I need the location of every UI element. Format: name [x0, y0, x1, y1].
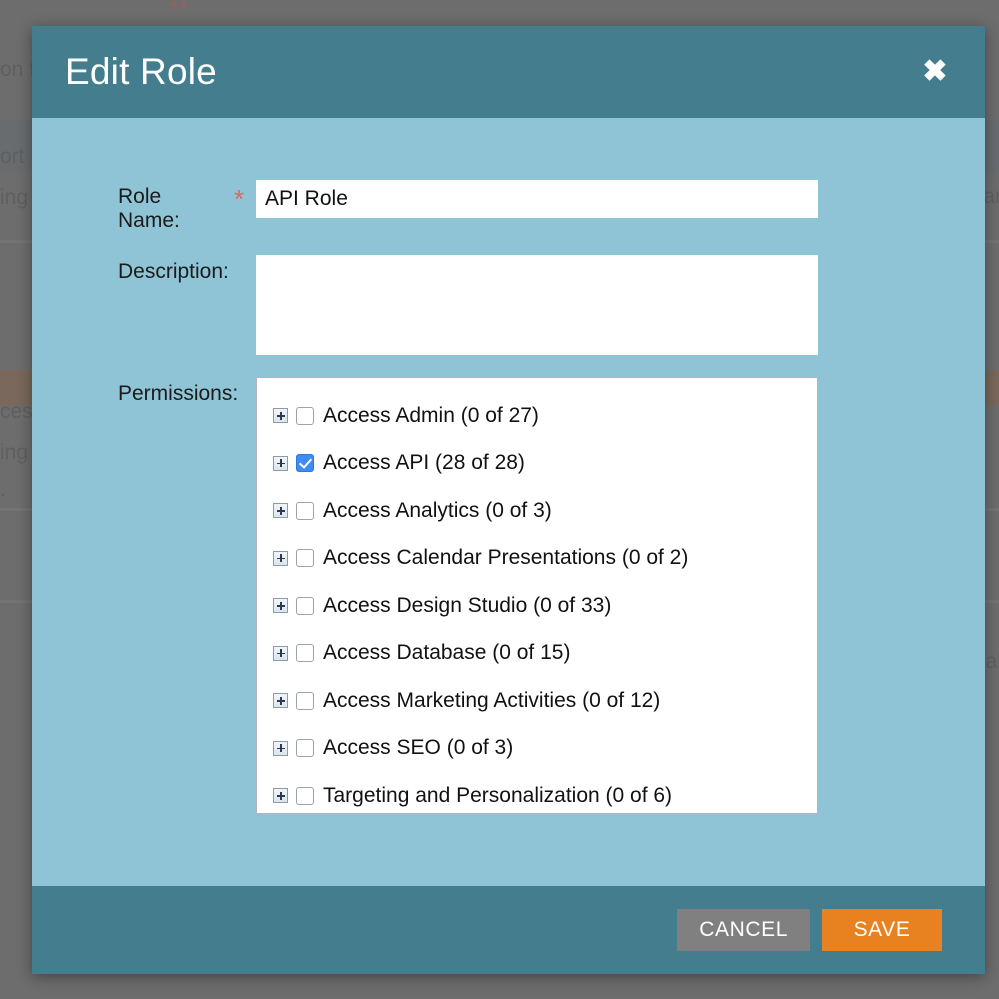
dialog-footer: CANCEL SAVE [32, 886, 985, 974]
edit-role-dialog: Edit Role ✖ Role Name: * Description: Pe… [32, 26, 985, 974]
permission-label[interactable]: Access Marketing Activities (0 of 12) [323, 689, 660, 713]
dialog-body: Role Name: * Description: Permissions: A… [32, 118, 985, 886]
permission-label[interactable]: Access SEO (0 of 3) [323, 736, 513, 760]
permission-row: Access Design Studio (0 of 33) [273, 582, 817, 630]
permission-checkbox[interactable] [296, 691, 314, 710]
permissions-list[interactable]: Access Admin (0 of 27) Access API (28 of … [256, 377, 818, 814]
expand-plus-icon[interactable] [273, 598, 288, 614]
description-label: Description: [118, 260, 229, 283]
cancel-button[interactable]: CANCEL [677, 909, 810, 951]
permission-label[interactable]: Access Database (0 of 15) [323, 641, 570, 665]
permission-checkbox[interactable] [296, 549, 314, 568]
description-row: Description: [32, 255, 985, 355]
permission-label[interactable]: Access Design Studio (0 of 33) [323, 594, 611, 618]
permission-row: Access API (28 of 28) [273, 440, 817, 488]
permission-label[interactable]: Access API (28 of 28) [323, 451, 525, 475]
dialog-header: Edit Role ✖ [32, 26, 985, 118]
description-input[interactable] [256, 255, 818, 355]
role-name-label: Role Name: [118, 185, 180, 232]
permission-row: Access Database (0 of 15) [273, 630, 817, 678]
permission-checkbox[interactable] [296, 454, 314, 473]
permission-row: Access Analytics (0 of 3) [273, 487, 817, 535]
permission-row: Access Calendar Presentations (0 of 2) [273, 535, 817, 583]
save-button[interactable]: SAVE [822, 909, 942, 951]
permission-row: Targeting and Personalization (0 of 6) [273, 772, 817, 813]
permission-row: Access Admin (0 of 27) [273, 392, 817, 440]
permission-label[interactable]: Access Calendar Presentations (0 of 2) [323, 546, 688, 570]
permission-checkbox[interactable] [296, 596, 314, 615]
permission-checkbox[interactable] [296, 501, 314, 520]
close-icon[interactable]: ✖ [915, 52, 955, 92]
expand-plus-icon[interactable] [273, 503, 288, 519]
permissions-label: Permissions: [118, 382, 239, 405]
permission-checkbox[interactable] [296, 406, 314, 425]
permission-checkbox[interactable] [296, 786, 314, 805]
expand-plus-icon[interactable] [273, 693, 288, 709]
permissions-row: Permissions: Access Admin (0 of 27) Acces… [32, 377, 985, 814]
role-name-row: Role Name: * [32, 180, 985, 233]
expand-plus-icon[interactable] [273, 550, 288, 566]
required-marker: * [233, 184, 245, 214]
expand-plus-icon[interactable] [273, 740, 288, 756]
permission-label[interactable]: Access Admin (0 of 27) [323, 404, 539, 428]
permission-checkbox[interactable] [296, 739, 314, 758]
permission-label[interactable]: Access Analytics (0 of 3) [323, 499, 552, 523]
permission-label[interactable]: Targeting and Personalization (0 of 6) [323, 784, 672, 808]
page-title: Edit Role [65, 51, 217, 92]
permission-row: Access SEO (0 of 3) [273, 725, 817, 773]
expand-plus-icon[interactable] [273, 408, 288, 424]
role-name-input[interactable] [256, 180, 818, 218]
permission-row: Access Marketing Activities (0 of 12) [273, 677, 817, 725]
expand-plus-icon[interactable] [273, 455, 288, 471]
permission-checkbox[interactable] [296, 644, 314, 663]
expand-plus-icon[interactable] [273, 645, 288, 661]
expand-plus-icon[interactable] [273, 788, 288, 804]
